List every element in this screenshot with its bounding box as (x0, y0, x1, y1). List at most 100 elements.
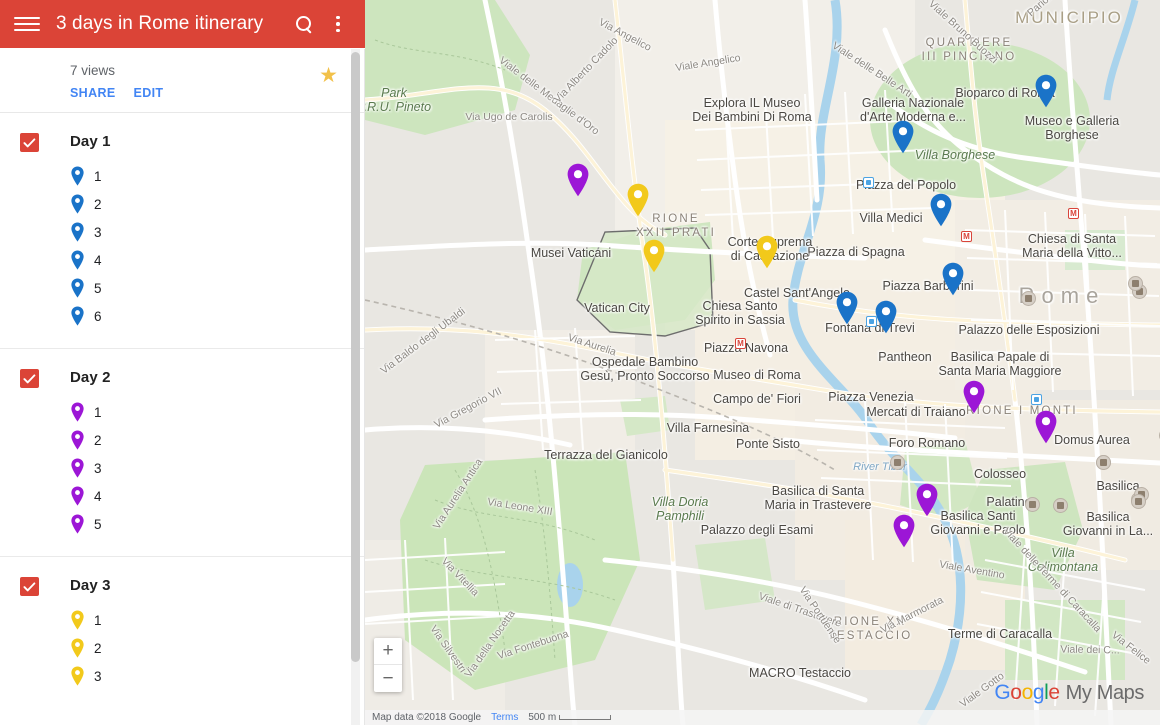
list-item[interactable]: 2 (0, 190, 365, 218)
place-name: 1 (94, 612, 102, 628)
layer-title: Day 3 (70, 577, 111, 594)
google-my-maps-logo: Google My Maps (994, 681, 1144, 705)
poi-icon[interactable] (1096, 455, 1111, 470)
place-name: 4 (94, 252, 102, 268)
metro-icon[interactable]: M (735, 338, 746, 349)
layer-checkbox[interactable] (20, 577, 39, 596)
my-maps-app: 3 days in Rome itinerary 7 views SHARE E… (0, 0, 1160, 725)
logo-letter-o1: o (1010, 681, 1022, 704)
place-name: 3 (94, 224, 102, 240)
map-marker[interactable] (566, 163, 590, 197)
map-marker[interactable] (835, 291, 859, 325)
logo-letter-o2: o (1021, 681, 1034, 704)
metro-icon[interactable]: M (1068, 208, 1079, 219)
list-item[interactable]: 6 (0, 302, 365, 330)
map-canvas[interactable]: ParkP.R.U. PinetoExplora IL MuseoDei Bam… (365, 0, 1160, 725)
map-attribution-bar: Map data ©2018 Google Terms 500 m (365, 710, 1160, 725)
map-marker[interactable] (929, 193, 953, 227)
sidebar-scrollbar-thumb[interactable] (351, 52, 360, 662)
place-name: 5 (94, 516, 102, 532)
map-pin-icon (70, 402, 85, 422)
poi-icon[interactable] (1021, 291, 1036, 306)
metro-icon[interactable]: M (961, 231, 972, 242)
poi-icon[interactable] (1053, 498, 1068, 513)
list-item[interactable]: 3 (0, 662, 365, 690)
map-pin-icon (70, 306, 85, 326)
place-list: 1 2 3 4 5 (0, 394, 365, 556)
edit-button[interactable]: EDIT (134, 86, 164, 100)
map-pin-icon (70, 610, 85, 630)
list-item[interactable]: 3 (0, 454, 365, 482)
list-item[interactable]: 5 (0, 274, 365, 302)
layer-checkbox[interactable] (20, 133, 39, 152)
list-item[interactable]: 1 (0, 398, 365, 426)
logo-letter-e: e (1048, 681, 1060, 704)
layer-title: Day 1 (70, 133, 111, 150)
share-button[interactable]: SHARE (70, 86, 116, 100)
map-basemap (365, 0, 1160, 725)
map-marker[interactable] (962, 380, 986, 414)
scale-label: 500 m (528, 712, 557, 723)
list-item[interactable]: 4 (0, 246, 365, 274)
list-item[interactable]: 4 (0, 482, 365, 510)
place-name: 2 (94, 432, 102, 448)
map-pin-icon (70, 514, 85, 534)
list-item[interactable]: 3 (0, 218, 365, 246)
zoom-controls: + − (374, 638, 402, 692)
place-name: 2 (94, 640, 102, 656)
map-marker[interactable] (891, 120, 915, 154)
transit-icon[interactable] (863, 177, 874, 188)
more-vert-icon[interactable] (321, 7, 355, 41)
list-item[interactable]: 5 (0, 510, 365, 538)
map-marker[interactable] (892, 514, 916, 548)
logo-mymaps-text: My Maps (1065, 682, 1145, 704)
place-name: 5 (94, 280, 102, 296)
place-name: 3 (94, 668, 102, 684)
layer-checkbox[interactable] (20, 369, 39, 388)
place-name: 6 (94, 308, 102, 324)
map-pin-icon (70, 222, 85, 242)
sidebar: 3 days in Rome itinerary 7 views SHARE E… (0, 0, 365, 725)
map-marker[interactable] (642, 239, 666, 273)
map-pin-icon (70, 250, 85, 270)
map-pin-icon (70, 166, 85, 186)
place-name: 1 (94, 404, 102, 420)
poi-icon[interactable] (1128, 276, 1143, 291)
scale-bar (559, 715, 612, 720)
layer-group: Day 2 1 2 3 4 5 (0, 348, 365, 556)
logo-letter-g: G (994, 681, 1011, 704)
place-name: 3 (94, 460, 102, 476)
map-pin-icon (70, 430, 85, 450)
map-marker[interactable] (755, 235, 779, 269)
transit-icon[interactable] (1031, 394, 1042, 405)
list-item[interactable]: 1 (0, 162, 365, 190)
terms-link[interactable]: Terms (491, 712, 518, 723)
place-list: 1 2 3 (0, 602, 365, 708)
page-title: 3 days in Rome itinerary (56, 13, 264, 34)
layer-group: Day 3 1 2 3 (0, 556, 365, 708)
layer-header: Day 2 (0, 348, 365, 394)
zoom-out-button[interactable]: − (374, 665, 402, 692)
map-marker[interactable] (626, 183, 650, 217)
list-item[interactable]: 1 (0, 606, 365, 634)
map-marker[interactable] (915, 483, 939, 517)
poi-icon[interactable] (890, 455, 905, 470)
list-item[interactable]: 2 (0, 426, 365, 454)
zoom-in-button[interactable]: + (374, 638, 402, 665)
layer-title: Day 2 (70, 369, 111, 386)
poi-icon[interactable] (1131, 494, 1146, 509)
map-pin-icon (70, 638, 85, 658)
map-marker[interactable] (874, 300, 898, 334)
search-icon[interactable] (287, 7, 321, 41)
map-marker[interactable] (941, 262, 965, 296)
place-name: 4 (94, 488, 102, 504)
map-pin-icon (70, 486, 85, 506)
layer-header: Day 3 (0, 556, 365, 602)
map-marker[interactable] (1034, 410, 1058, 444)
star-icon[interactable]: ★ (319, 65, 338, 86)
poi-icon[interactable] (1025, 497, 1040, 512)
map-pin-icon (70, 666, 85, 686)
list-item[interactable]: 2 (0, 634, 365, 662)
hamburger-icon[interactable] (14, 14, 40, 34)
map-marker[interactable] (1034, 74, 1058, 108)
